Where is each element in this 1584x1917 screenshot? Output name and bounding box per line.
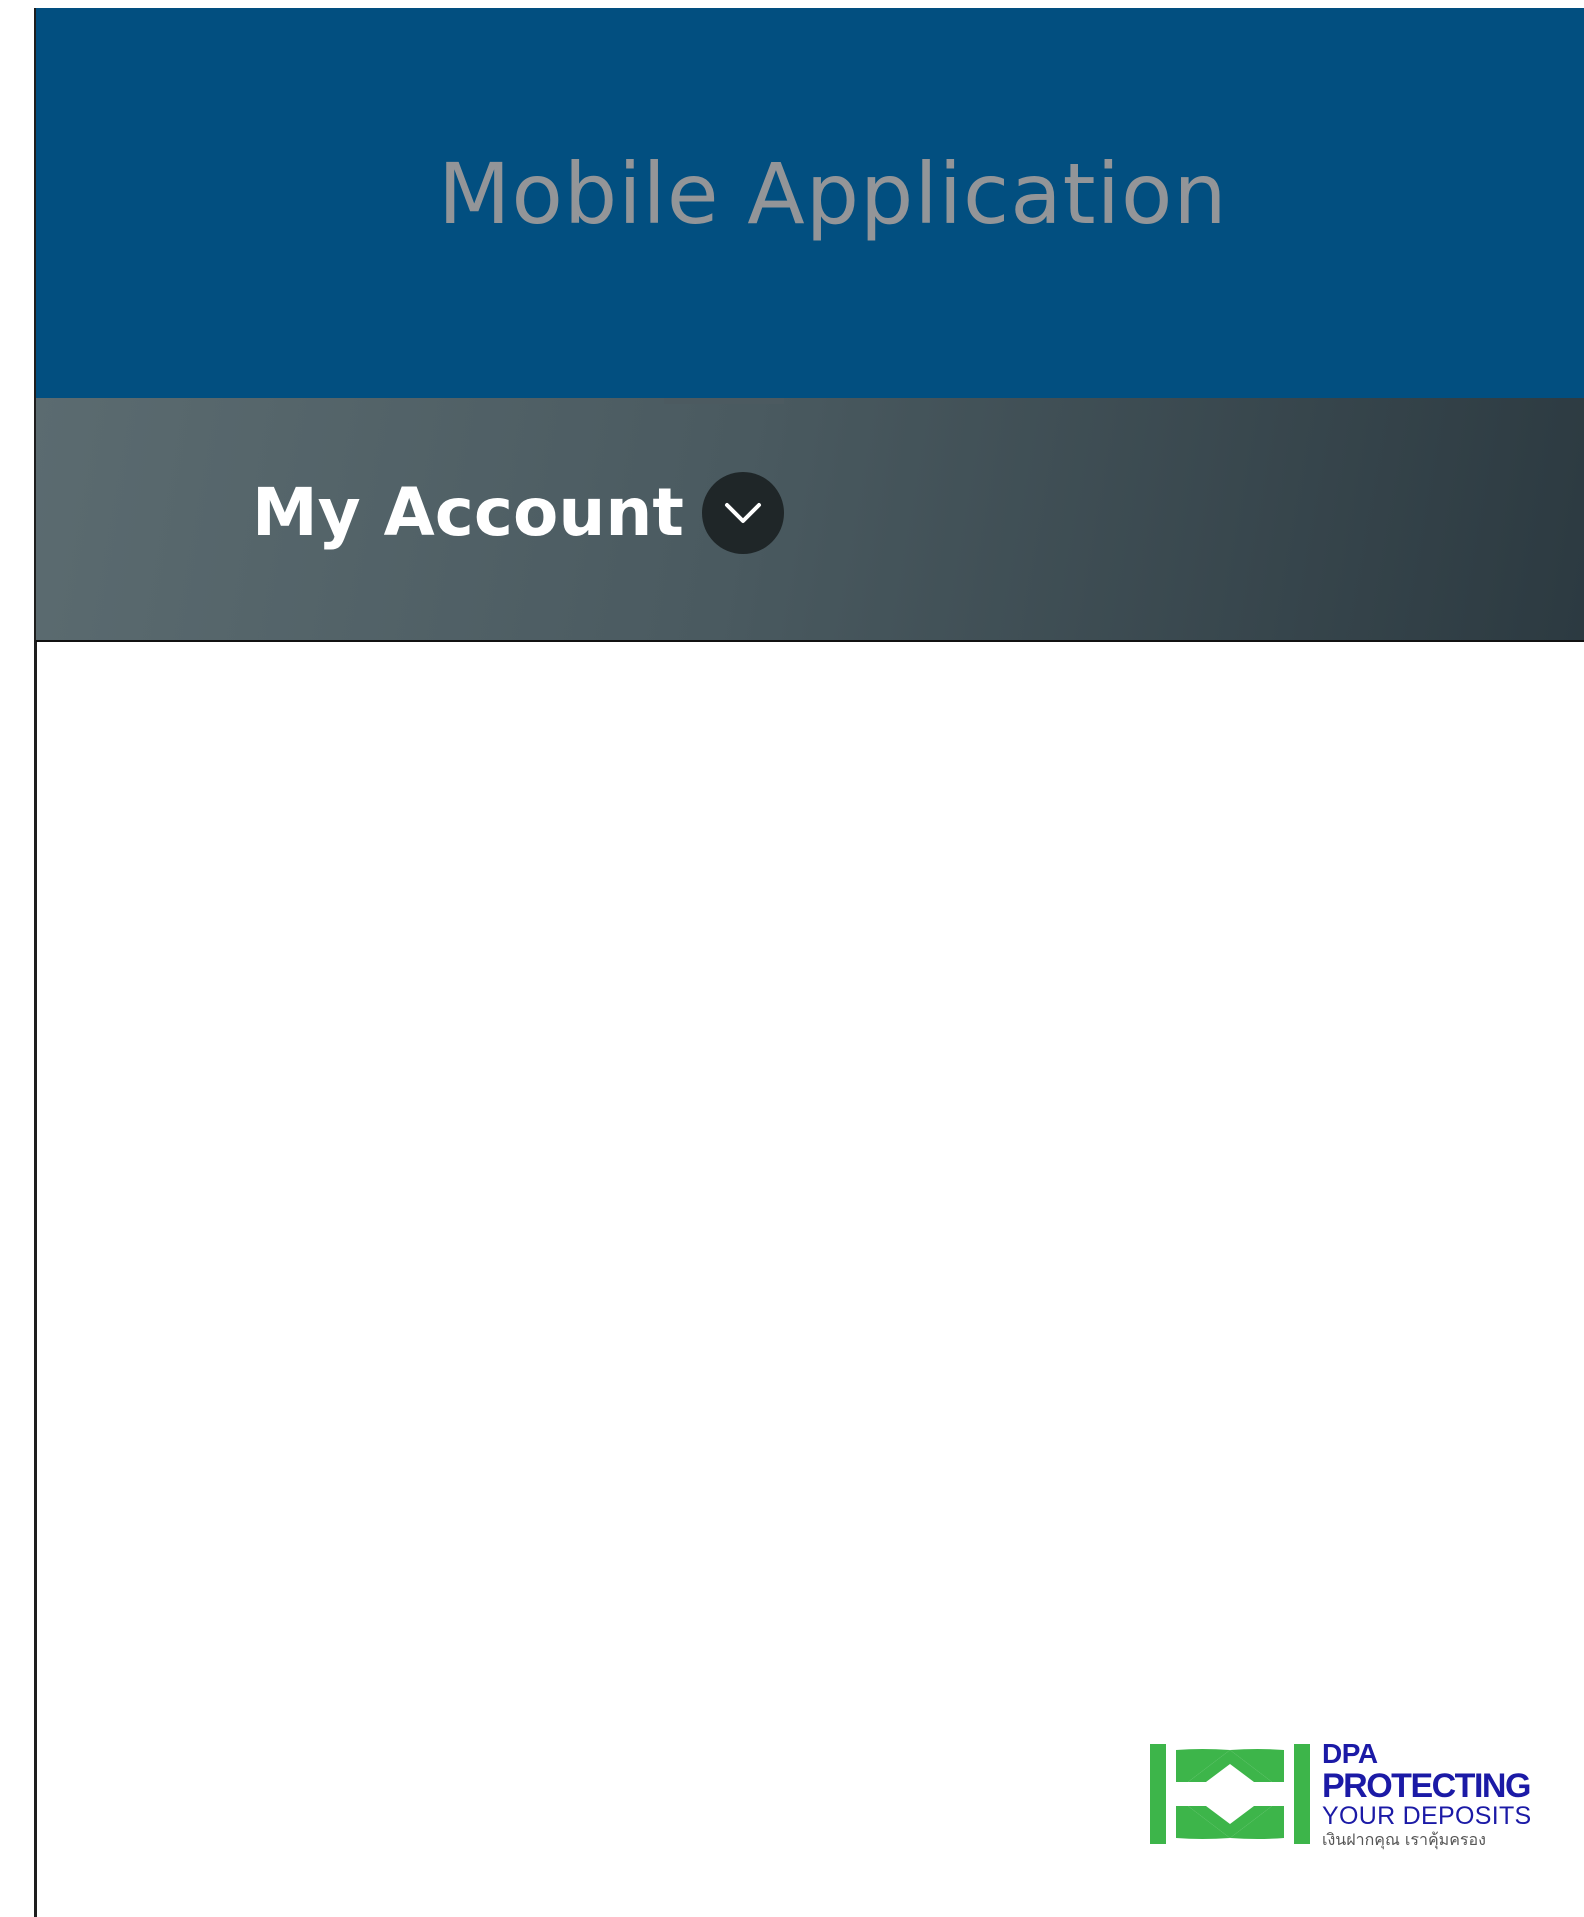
dpa-logo-line4: เงินฝากคุณ เราคุ้มครอง [1322,1830,1486,1849]
page-title: Mobile Application [438,145,1228,243]
my-account-label: My Account [252,474,684,551]
my-account-dropdown[interactable]: My Account [252,472,784,554]
account-bar-notch [664,398,784,404]
main-content-area [38,642,1584,1917]
dpa-shield-icon [1150,1744,1310,1844]
dpa-logo-line3: YOUR DEPOSITS [1322,1802,1532,1830]
page: Mobile Application My Account DPA PROTEC… [0,0,1584,1917]
chevron-down-icon[interactable] [701,472,784,554]
dpa-logo: DPA PROTECTING YOUR DEPOSITS เงินฝากคุณ … [1150,1740,1540,1848]
chevron-down-glyph [724,503,761,523]
dpa-logo-line2: PROTECTING [1322,1767,1531,1805]
dpa-logo-text: DPA PROTECTING YOUR DEPOSITS เงินฝากคุณ … [1322,1740,1532,1848]
dpa-logo-line1: DPA [1322,1738,1378,1769]
